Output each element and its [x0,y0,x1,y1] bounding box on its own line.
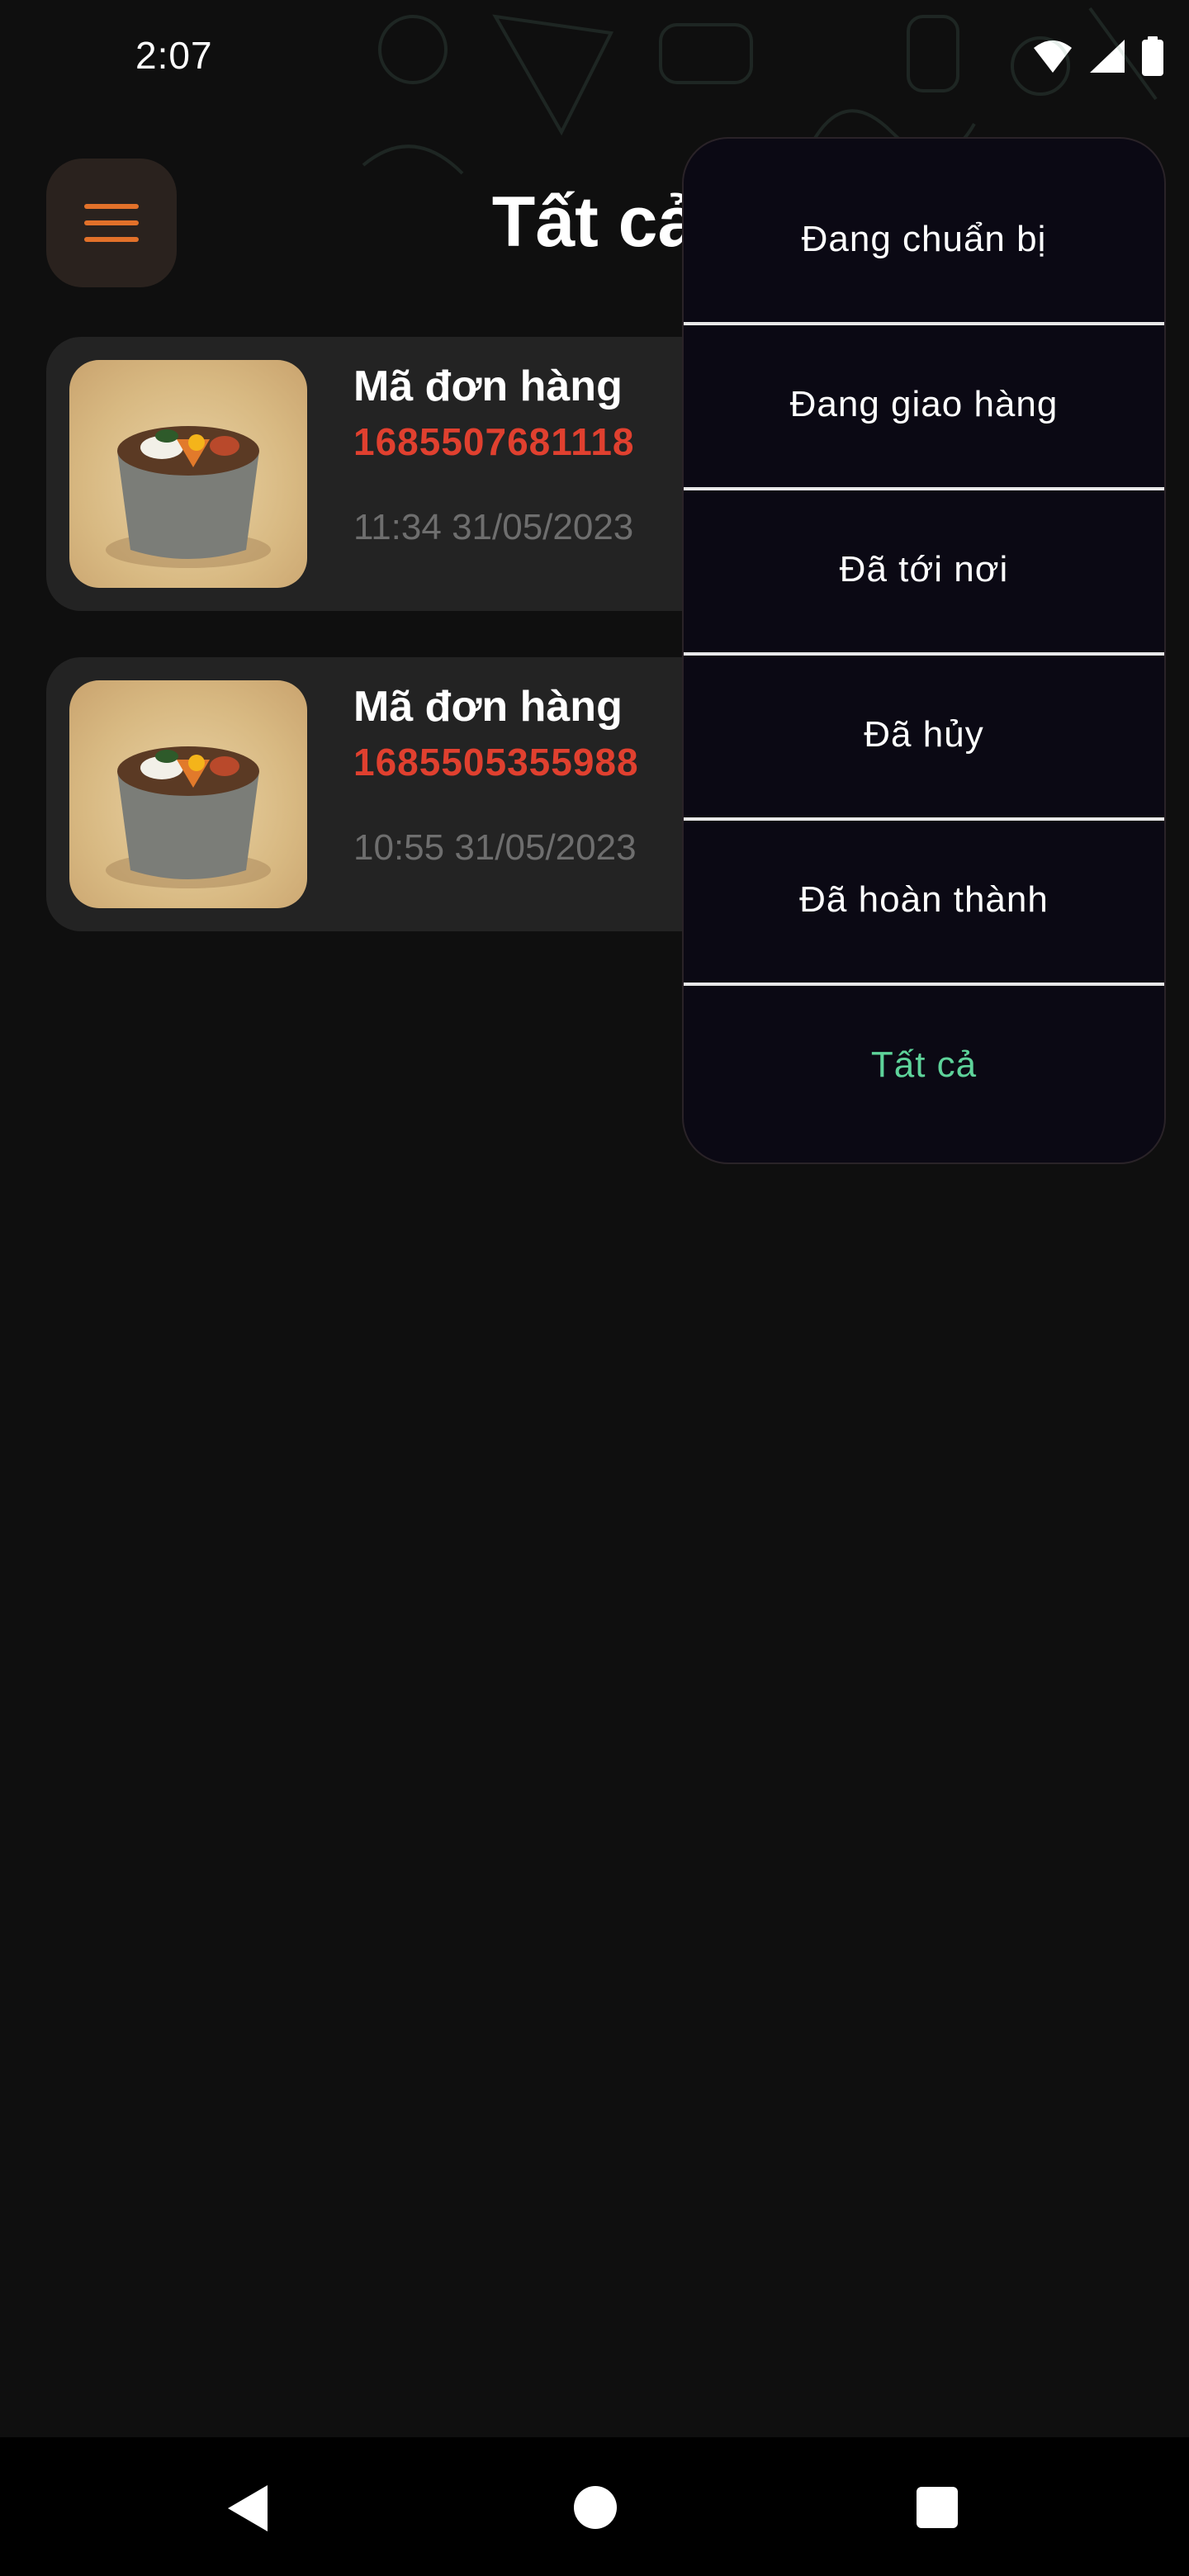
order-time: 10:55 31/05/2023 [353,827,637,868]
filter-item-cancelled[interactable]: Đã hủy [684,652,1164,817]
filter-item-preparing[interactable]: Đang chuẩn bị [684,157,1164,322]
order-thumbnail [69,360,307,588]
status-time: 2:07 [135,34,213,77]
order-time: 11:34 31/05/2023 [353,507,634,547]
filter-item-completed[interactable]: Đã hoàn thành [684,817,1164,983]
home-icon[interactable] [573,2485,618,2530]
filter-item-delivering[interactable]: Đang giao hàng [684,322,1164,487]
food-bowl-image [106,426,271,568]
back-icon[interactable] [225,2484,271,2533]
status-filter-menu: Đang chuẩn bị Đang giao hàng Đã tới nơi … [682,137,1166,1164]
order-label: Mã đơn hàng [353,362,623,410]
system-nav-bar [0,2437,1189,2576]
filter-item-all[interactable]: Tất cả [684,983,1164,1148]
order-id: 1685507681118 [353,420,635,463]
order-thumbnail [69,680,307,908]
filter-item-arrived[interactable]: Đã tới nơi [684,487,1164,652]
recents-icon[interactable] [915,2485,959,2530]
order-label: Mã đơn hàng [353,683,623,731]
food-bowl-image [106,746,271,888]
order-id: 1685505355988 [353,741,639,784]
